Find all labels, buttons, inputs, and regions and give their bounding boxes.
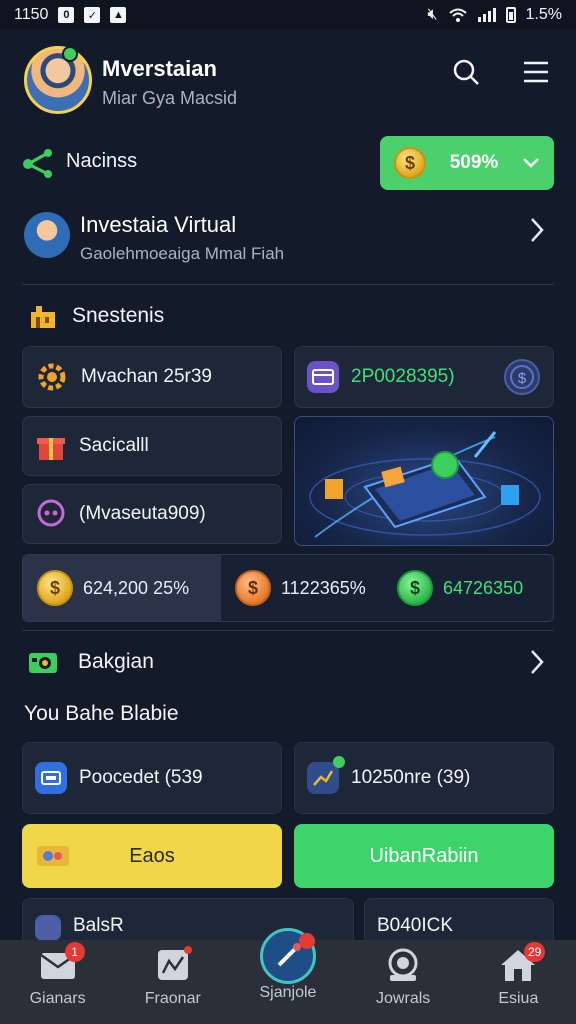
nav-label: Fraonar (144, 990, 201, 1007)
chat-icon (37, 499, 65, 527)
stat-item[interactable]: $ 624,200 25% (23, 555, 221, 621)
divider (22, 630, 554, 631)
card-item[interactable]: Mvachan 25r39 (22, 346, 282, 408)
compass-icon (259, 928, 316, 984)
stat-item[interactable]: $ 1122365% (221, 555, 383, 621)
search-icon (453, 59, 479, 85)
nav-tab[interactable]: Jowrals (346, 940, 461, 1024)
bottom-nav: 1 Gianars Fraonar Sjanjole Jowrals 29 Es… (0, 928, 576, 1024)
button-label: UibanRabiin (369, 844, 479, 867)
divider (22, 284, 554, 285)
coin-icon: $ (397, 570, 433, 606)
card-icon (35, 762, 67, 794)
nav-tab-center[interactable]: Sjanjole (230, 928, 345, 1024)
card-item[interactable]: 2P0028395) $ (294, 346, 554, 408)
chevron-right-icon (522, 210, 552, 250)
check-icon: ✓ (84, 7, 101, 23)
section-header[interactable]: Bakgian (0, 642, 576, 682)
nav-tab[interactable]: 29 Esiua (461, 940, 576, 1024)
home-icon: 29 (497, 942, 546, 984)
card-item[interactable]: Poocedet (539 (22, 742, 282, 814)
search-button[interactable] (448, 54, 484, 90)
mute-icon: 🔇︎ (427, 6, 438, 23)
nav-label: Esiua (498, 990, 539, 1007)
section-header: Snestenis (0, 296, 576, 336)
stat-item[interactable]: $ 64726350 (383, 555, 553, 621)
dollar-icon: $ (504, 359, 540, 395)
invest-subtitle: Gaolehmoeaiga Mmal Fiah (80, 244, 285, 263)
menu-button[interactable] (518, 54, 554, 90)
avatar[interactable] (24, 46, 92, 114)
card-label: Mvachan 25r39 (81, 366, 212, 387)
gear-icon (38, 363, 66, 391)
wallet-icon (307, 361, 339, 393)
coin-icon: $ (235, 570, 271, 606)
invest-avatar (24, 212, 70, 258)
share-icon (23, 149, 52, 178)
nav-label: Jowrals (376, 990, 431, 1007)
mail-icon: 1 (37, 942, 85, 984)
app-icon: ▲ (110, 7, 127, 23)
chart-icon (307, 756, 345, 794)
map-icon (152, 946, 194, 984)
stats-bar: $ 624,200 25% $ 1122365% $ 64726350 (22, 554, 554, 622)
nav-label: Sjanjole (259, 984, 317, 1001)
building-icon (31, 306, 55, 328)
signal-icon (477, 8, 496, 22)
card-label: Sacicalll (79, 435, 149, 456)
stat-value: 1122365% (281, 577, 366, 598)
card-label: Poocedet (539 (79, 767, 203, 788)
card-label: B040ICK (377, 915, 454, 936)
user-subtitle: Miar Gya Macsid (102, 88, 238, 108)
section-subtitle: You Bahe Blabie (24, 702, 179, 725)
balance-row: Nacinss $ 509% (0, 132, 576, 192)
card-label: (Mvaseuta909) (79, 503, 206, 524)
section-title: Bakgian (78, 650, 154, 673)
camera-icon (29, 653, 57, 673)
nav-tab[interactable]: Fraonar (115, 940, 230, 1024)
notification-badge: 1 (64, 942, 85, 962)
coin-icon: $ (394, 147, 426, 179)
card-label: 10250nre (39) (351, 767, 471, 788)
card-value: 2P0028395) (351, 366, 455, 387)
nav-label: Nacinss (66, 150, 138, 172)
battery-level: 1.5% (525, 6, 562, 23)
finance-illustration (294, 416, 554, 546)
status-bar: 1150 0 ✓ ▲ 🔇︎ 1.5% (0, 0, 576, 30)
balance-dropdown[interactable]: $ 509% (380, 136, 554, 190)
notification-badge: 29 (523, 942, 546, 962)
card-item[interactable]: (Mvaseuta909) (22, 484, 282, 544)
section-title: Snestenis (72, 304, 165, 327)
ticket-icon (37, 846, 69, 866)
yellow-action-button[interactable]: Eaos (22, 824, 282, 888)
stat-value: 624,200 25% (83, 577, 190, 598)
coin-icon: $ (37, 570, 73, 606)
target-icon (382, 946, 424, 984)
green-action-button[interactable]: UibanRabiin (294, 824, 554, 888)
invest-row[interactable]: Investaia Virtual Gaolehmoeaiga Mmal Fia… (0, 200, 576, 280)
card-item[interactable]: Sacicalll (22, 416, 282, 476)
nav-label: Gianars (29, 990, 86, 1007)
menu-icon (524, 61, 548, 83)
gift-icon (37, 438, 65, 460)
balance-value: 509% (449, 152, 499, 173)
nav-tab[interactable]: 1 Gianars (0, 940, 115, 1024)
chevron-right-icon (522, 642, 552, 682)
invest-title: Investaia Virtual (80, 212, 237, 237)
profile-header: Mverstaian Miar Gya Macsid (0, 40, 576, 120)
svg-text:$: $ (518, 370, 527, 387)
battery-icon (505, 7, 516, 23)
notification-icon: 0 (58, 7, 75, 23)
chevron-down-icon (523, 158, 539, 168)
stat-value: 64726350 (443, 577, 524, 598)
wifi-icon (448, 8, 467, 22)
button-label: Eaos (129, 844, 175, 867)
user-name: Mverstaian (102, 56, 217, 81)
status-time: 1150 (14, 6, 49, 23)
card-icon (35, 915, 61, 941)
online-status-icon (62, 46, 78, 62)
card-label: BalsR (73, 915, 124, 936)
card-item[interactable]: 10250nre (39) (294, 742, 554, 814)
